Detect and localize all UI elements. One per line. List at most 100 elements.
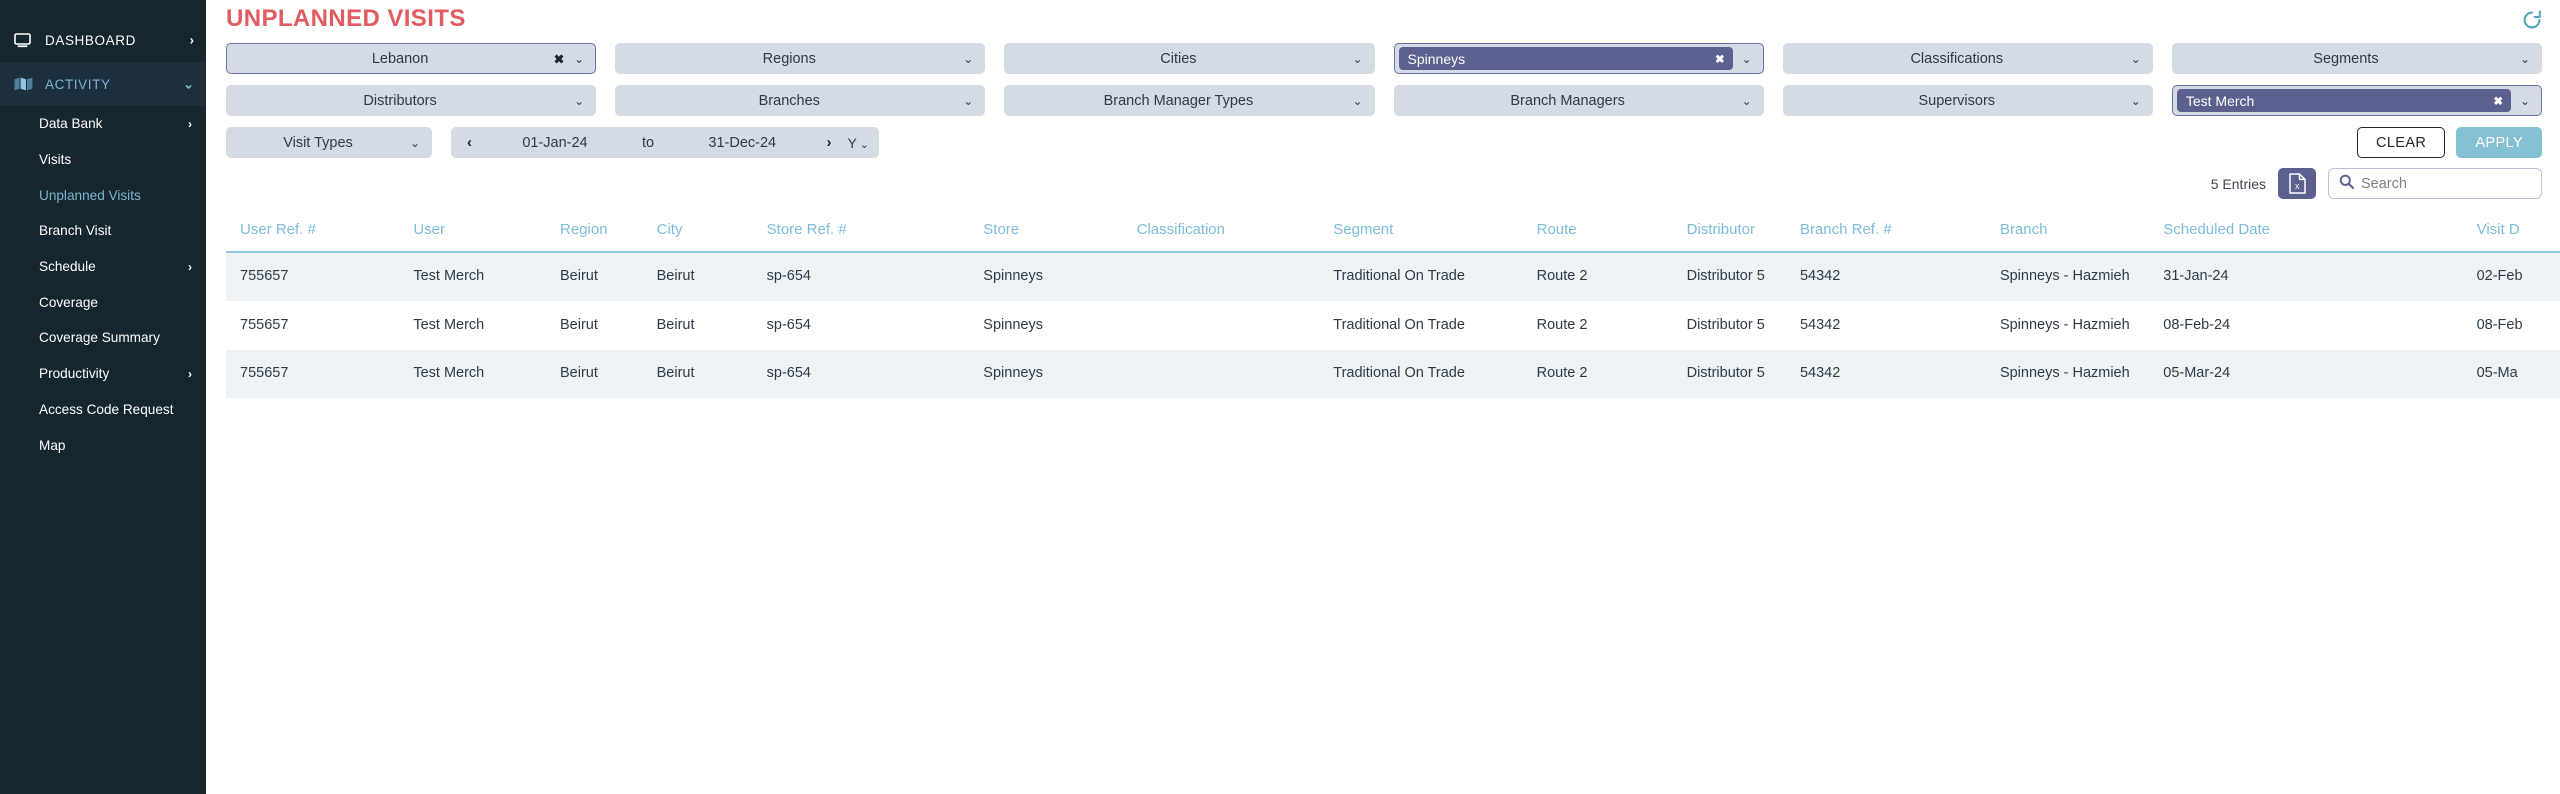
filter-cities[interactable]: Cities ⌄ [1004, 43, 1374, 74]
sidebar-item-unplanned-visits[interactable]: Unplanned Visits [0, 177, 206, 213]
cell-branch: Spinneys - Hazmieh [1986, 350, 2149, 399]
chevron-down-icon: ⌄ [183, 78, 194, 91]
date-next-button[interactable]: › [820, 134, 837, 151]
chevron-down-icon: ⌄ [860, 139, 869, 151]
column-header-branch-ref[interactable]: Branch Ref. # [1786, 211, 1986, 252]
sidebar-item-activity[interactable]: ACTIVITY ⌄ [0, 62, 206, 106]
cell-scheduled-date: 31-Jan-24 [2149, 252, 2462, 301]
chevron-right-icon: › [190, 34, 194, 47]
filter-merchandisers[interactable]: Test Merch ✖ ⌄ [2172, 85, 2542, 116]
column-header-scheduled-date[interactable]: Scheduled Date [2149, 211, 2462, 252]
column-header-route[interactable]: Route [1523, 211, 1673, 252]
cell-route: Route 2 [1523, 252, 1673, 301]
filter-distributors[interactable]: Distributors ⌄ [226, 85, 596, 116]
chip-remove-icon[interactable]: ✖ [1715, 52, 1725, 66]
filter-merchandisers-chip-label: Test Merch [2186, 93, 2254, 109]
cell-user: Test Merch [399, 350, 546, 399]
filter-branch-manager-types[interactable]: Branch Manager Types ⌄ [1004, 85, 1374, 116]
sidebar-item-coverage[interactable]: Coverage [0, 284, 206, 320]
clear-button[interactable]: CLEAR [2357, 127, 2445, 158]
date-from-value[interactable]: 01-Jan-24 [478, 135, 632, 151]
search-input[interactable]: Search [2328, 168, 2542, 199]
filter-regions[interactable]: Regions ⌄ [615, 43, 985, 74]
column-header-city[interactable]: City [643, 211, 753, 252]
column-header-user[interactable]: User [399, 211, 546, 252]
sidebar-item-access-code-request[interactable]: Access Code Request [0, 392, 206, 428]
filter-classifications[interactable]: Classifications ⌄ [1783, 43, 2153, 74]
chevron-down-icon: ⌄ [963, 52, 973, 66]
page-title: UNPLANNED VISITS [226, 4, 466, 34]
sidebar-item-access-code-request-label: Access Code Request [39, 402, 174, 417]
filter-branch-managers[interactable]: Branch Managers ⌄ [1394, 85, 1764, 116]
filter-row-2: Distributors ⌄ Branches ⌄ Branch Manager… [226, 85, 2542, 116]
cell-visit-date: 02-Feb [2463, 252, 2560, 301]
date-to-label: to [632, 135, 664, 151]
chevron-right-icon: › [188, 368, 192, 380]
sidebar-item-map[interactable]: Map [0, 427, 206, 463]
table-row[interactable]: 755657 Test Merch Beirut Beirut sp-654 S… [226, 252, 2560, 301]
filter-visit-types[interactable]: Visit Types ⌄ [226, 127, 432, 158]
date-granularity-select[interactable]: Y⌄ [837, 135, 869, 151]
column-header-user-ref[interactable]: User Ref. # [226, 211, 399, 252]
cell-store: Spinneys [969, 350, 1122, 399]
filter-cities-value: Cities [1160, 51, 1196, 67]
sidebar-item-schedule[interactable]: Schedule › [0, 249, 206, 285]
excel-export-icon[interactable]: x [2278, 168, 2316, 199]
apply-button[interactable]: APPLY [2456, 127, 2542, 158]
filter-stores[interactable]: Spinneys ✖ ⌄ [1394, 43, 1764, 74]
filter-merchandisers-chip[interactable]: Test Merch ✖ [2177, 89, 2511, 112]
chevron-right-icon: › [188, 118, 192, 130]
cell-route: Route 2 [1523, 301, 1673, 350]
sidebar-item-coverage-label: Coverage [39, 295, 98, 310]
filter-country[interactable]: Lebanon ✖ ⌄ [226, 43, 596, 74]
column-header-branch[interactable]: Branch [1986, 211, 2149, 252]
date-to-value[interactable]: 31-Dec-24 [664, 135, 820, 151]
filter-branches[interactable]: Branches ⌄ [615, 85, 985, 116]
table-row[interactable]: 755657 Test Merch Beirut Beirut sp-654 S… [226, 301, 2560, 350]
refresh-icon[interactable] [2522, 10, 2542, 35]
cell-store: Spinneys [969, 301, 1122, 350]
filter-stores-chip[interactable]: Spinneys ✖ [1399, 47, 1733, 70]
filter-row-3: Visit Types ⌄ ‹ 01-Jan-24 to 31-Dec-24 ›… [226, 127, 2542, 158]
sidebar-item-visits[interactable]: Visits [0, 142, 206, 178]
cell-store-ref: sp-654 [753, 252, 970, 301]
sidebar-item-coverage-summary-label: Coverage Summary [39, 330, 160, 345]
sidebar-item-coverage-summary[interactable]: Coverage Summary [0, 320, 206, 356]
sidebar-item-branch-visit[interactable]: Branch Visit [0, 213, 206, 249]
column-header-distributor[interactable]: Distributor [1673, 211, 1786, 252]
clear-icon[interactable]: ✖ [554, 51, 564, 66]
chevron-down-icon: ⌄ [1742, 52, 1752, 66]
sidebar-item-data-bank[interactable]: Data Bank › [0, 106, 206, 142]
cell-user: Test Merch [399, 301, 546, 350]
sidebar-item-productivity[interactable]: Productivity › [0, 356, 206, 392]
filter-segments-value: Segments [2313, 51, 2378, 67]
svg-text:x: x [2295, 181, 2300, 191]
sidebar-item-unplanned-visits-label: Unplanned Visits [39, 188, 141, 203]
sidebar-item-activity-label: ACTIVITY [45, 77, 111, 92]
filter-distributors-value: Distributors [363, 93, 436, 109]
column-header-classification[interactable]: Classification [1123, 211, 1320, 252]
cell-store-ref: sp-654 [753, 350, 970, 399]
date-prev-button[interactable]: ‹ [461, 134, 478, 151]
filter-branch-managers-value: Branch Managers [1510, 93, 1624, 109]
filter-segments[interactable]: Segments ⌄ [2172, 43, 2542, 74]
sidebar-item-dashboard[interactable]: DASHBOARD › [0, 18, 206, 62]
date-range-picker[interactable]: ‹ 01-Jan-24 to 31-Dec-24 › Y⌄ [451, 127, 879, 158]
filter-cities-cell: Cities ⌄ [1004, 43, 1374, 74]
filter-stores-cell: Spinneys ✖ ⌄ [1394, 43, 1764, 74]
column-header-segment[interactable]: Segment [1319, 211, 1522, 252]
table-row[interactable]: 755657 Test Merch Beirut Beirut sp-654 S… [226, 350, 2560, 399]
column-header-visit-date[interactable]: Visit D [2463, 211, 2560, 252]
column-header-region[interactable]: Region [546, 211, 643, 252]
column-header-store[interactable]: Store [969, 211, 1122, 252]
chevron-down-icon: ⌄ [410, 136, 420, 150]
filter-supervisors[interactable]: Supervisors ⌄ [1783, 85, 2153, 116]
chevron-down-icon: ⌄ [1352, 52, 1362, 66]
column-header-store-ref[interactable]: Store Ref. # [753, 211, 970, 252]
filter-row-1: Lebanon ✖ ⌄ Regions ⌄ Cities ⌄ [226, 43, 2542, 74]
sidebar-item-map-label: Map [39, 438, 65, 453]
chip-remove-icon[interactable]: ✖ [2493, 94, 2503, 108]
chevron-down-icon: ⌄ [2520, 52, 2530, 66]
cell-distributor: Distributor 5 [1673, 301, 1786, 350]
cell-user: Test Merch [399, 252, 546, 301]
